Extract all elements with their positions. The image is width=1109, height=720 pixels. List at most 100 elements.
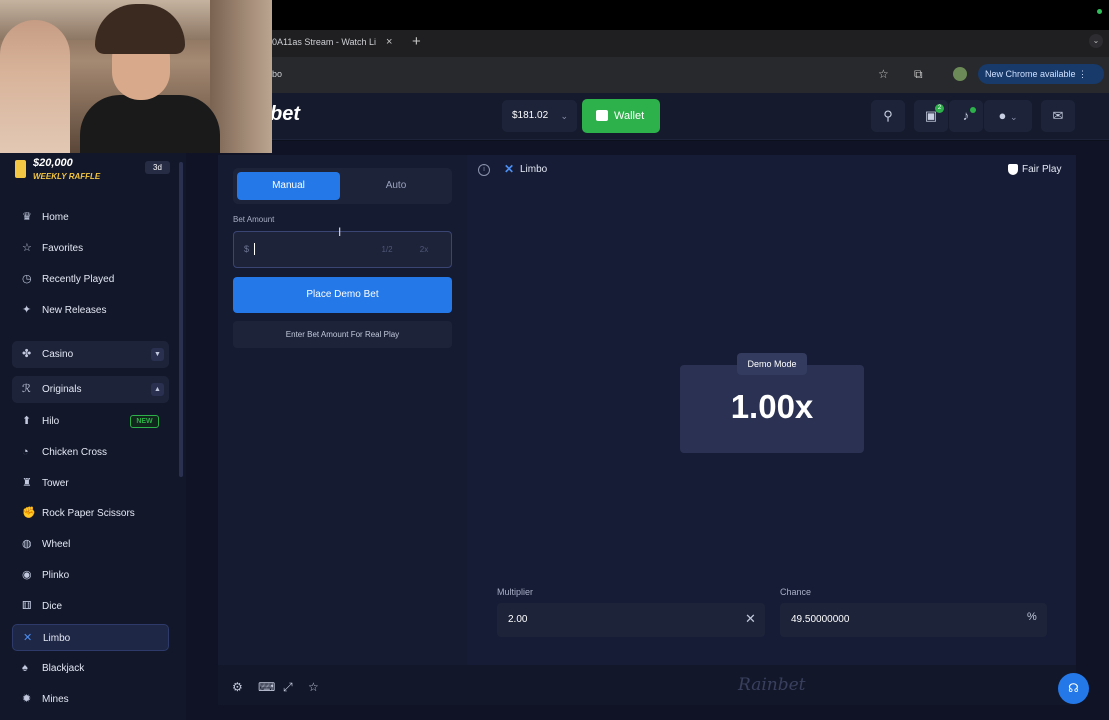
balance-selector[interactable]: $181.02 ⌄ bbox=[502, 100, 577, 132]
wallet-label: Wallet bbox=[614, 110, 645, 122]
tower-icon: ♜ bbox=[22, 477, 32, 489]
tab-auto[interactable]: Auto bbox=[344, 172, 448, 200]
close-tab-icon[interactable]: × bbox=[386, 36, 392, 48]
half-bet-button[interactable]: 1/2 bbox=[373, 240, 401, 259]
result-multiplier: 1.00x bbox=[730, 388, 814, 425]
originals-icon: ℛ bbox=[22, 383, 31, 395]
sidebar-item-label: Wheel bbox=[42, 539, 71, 550]
rainbet-watermark: Rainbet bbox=[738, 675, 806, 695]
hand-icon: ✊ bbox=[22, 507, 36, 519]
clock-icon: ◷ bbox=[22, 273, 32, 285]
profile-avatar-icon[interactable] bbox=[953, 67, 967, 81]
sidebar-group-originals[interactable]: ℛ Originals ▲ bbox=[12, 376, 169, 403]
chevron-down-icon[interactable]: ▼ bbox=[151, 348, 164, 361]
sidebar-item-hilo[interactable]: ⬆ Hilo NEW bbox=[12, 408, 169, 435]
sidebar-item-plinko[interactable]: ◉ Plinko bbox=[12, 562, 169, 589]
double-bet-button[interactable]: 2x bbox=[410, 240, 438, 259]
sidebar-item-limbo[interactable]: ✕ Limbo bbox=[12, 624, 169, 651]
chat-button[interactable]: ✉ bbox=[1041, 100, 1075, 132]
crown-icon: ♛ bbox=[22, 211, 32, 223]
limbo-icon: ✕ bbox=[504, 162, 515, 176]
new-badge: NEW bbox=[130, 415, 159, 428]
casino-chip-icon: ✤ bbox=[22, 348, 32, 360]
demo-mode-badge: Demo Mode bbox=[737, 353, 807, 375]
wallet-icon bbox=[596, 110, 608, 121]
real-play-hint-button[interactable]: Enter Bet Amount For Real Play bbox=[233, 321, 452, 348]
raffle-label[interactable]: WEEKLY RAFFLE bbox=[33, 172, 100, 181]
chat-icon: ✉ bbox=[1052, 108, 1064, 123]
sidebar-group-casino[interactable]: ✤ Casino ▼ bbox=[12, 341, 169, 368]
bet-amount-label: Bet Amount bbox=[233, 215, 275, 224]
limbo-icon: ✕ bbox=[23, 632, 33, 644]
sidebar-item-label: Rock Paper Scissors bbox=[42, 508, 135, 519]
settings-gear-icon[interactable]: ⚙ bbox=[232, 680, 243, 694]
address-text[interactable]: bo bbox=[272, 69, 282, 79]
fair-play-button[interactable]: Fair Play bbox=[1008, 164, 1061, 175]
recording-indicator bbox=[1097, 9, 1102, 14]
new-tab-icon[interactable]: + bbox=[412, 33, 421, 50]
ticket-icon bbox=[15, 160, 26, 178]
sidebar-item-tower[interactable]: ♜ Tower bbox=[12, 470, 169, 497]
headset-icon: ☊ bbox=[1068, 681, 1079, 695]
sidebar-item-new-releases[interactable]: ✦ New Releases bbox=[12, 297, 169, 324]
tab-manual[interactable]: Manual bbox=[237, 172, 340, 200]
raffle-countdown-badge: 3d bbox=[145, 161, 170, 174]
hilo-icon: ⬆ bbox=[22, 415, 32, 427]
game-footer-bar bbox=[218, 665, 1076, 705]
star-icon: ☆ bbox=[22, 242, 32, 254]
chance-label: Chance bbox=[780, 587, 812, 597]
bookmark-star-icon[interactable]: ☆ bbox=[878, 67, 889, 81]
sidebar-item-favorites[interactable]: ☆ Favorites bbox=[12, 235, 169, 262]
webcam-person-left bbox=[0, 20, 70, 153]
fullscreen-icon[interactable]: ⤢ bbox=[283, 680, 293, 695]
user-icon: ● bbox=[998, 108, 1007, 123]
clear-icon[interactable]: ✕ bbox=[745, 611, 756, 627]
support-headset-button[interactable]: ☊ bbox=[1058, 673, 1089, 704]
favorite-star-icon[interactable]: ☆ bbox=[308, 680, 319, 694]
mine-icon: ✹ bbox=[22, 693, 32, 705]
search-button[interactable]: ⚲ bbox=[871, 100, 905, 132]
sidebar-item-chicken-cross[interactable]: ◔ Chicken Cross bbox=[12, 439, 169, 466]
wallet-button[interactable]: Wallet bbox=[582, 99, 660, 133]
notifications-button[interactable]: ♪ bbox=[949, 100, 983, 132]
game-title: Limbo bbox=[520, 164, 548, 175]
sidebar-item-mines[interactable]: ✹ Mines bbox=[12, 686, 169, 713]
extensions-icon[interactable]: ⧉ bbox=[914, 67, 923, 82]
place-demo-bet-button[interactable]: Place Demo Bet bbox=[233, 277, 452, 313]
sparkle-icon: ✦ bbox=[22, 304, 32, 316]
sidebar-item-blackjack[interactable]: ♠ Blackjack bbox=[12, 655, 169, 682]
sidebar-item-home[interactable]: ♛ Home bbox=[12, 204, 169, 231]
sidebar-item-dice[interactable]: ⚅ Dice bbox=[12, 593, 169, 620]
chance-input[interactable]: 49.50000000 bbox=[780, 603, 1047, 637]
tab-search-icon[interactable]: ⌄ bbox=[1089, 34, 1103, 48]
webcam-tank-top bbox=[80, 95, 220, 153]
sidebar-item-label: Home bbox=[42, 212, 69, 223]
account-menu-button[interactable]: ● ⌄ bbox=[984, 100, 1032, 132]
multiplier-label: Multiplier bbox=[497, 587, 534, 597]
percent-symbol: % bbox=[1027, 611, 1037, 623]
sidebar-item-rock-paper-scissors[interactable]: ✊ Rock Paper Scissors bbox=[12, 500, 169, 527]
bell-icon: ♪ bbox=[962, 108, 970, 123]
balance-value: $181.02 bbox=[512, 110, 549, 121]
wheel-icon: ◍ bbox=[22, 538, 32, 550]
sidebar-item-recently-played[interactable]: ◷ Recently Played bbox=[12, 266, 169, 293]
chevron-up-icon[interactable]: ▲ bbox=[151, 383, 164, 396]
keyboard-icon[interactable]: ⌨ bbox=[258, 680, 275, 694]
site-logo[interactable]: bet bbox=[270, 103, 300, 126]
info-icon[interactable]: i bbox=[478, 164, 490, 176]
cards-icon: ♠ bbox=[22, 662, 28, 674]
raffle-amount[interactable]: $20,000 bbox=[33, 157, 73, 169]
sidebar-item-label: Originals bbox=[42, 384, 82, 395]
sidebar-item-label: Recently Played bbox=[42, 274, 115, 285]
chevron-down-icon: ⌄ bbox=[1009, 112, 1018, 122]
search-icon: ⚲ bbox=[883, 108, 893, 123]
sidebar-scrollbar[interactable] bbox=[179, 162, 183, 477]
sidebar-item-label: Favorites bbox=[42, 243, 84, 254]
multiplier-input[interactable]: 2.00 bbox=[497, 603, 765, 637]
sidebar-item-label: Blackjack bbox=[42, 663, 85, 674]
new-chrome-available-button[interactable]: New Chrome available ⋮ bbox=[978, 64, 1104, 84]
shield-icon bbox=[1008, 164, 1018, 175]
sidebar-item-wheel[interactable]: ◍ Wheel bbox=[12, 531, 169, 558]
rewards-count-badge: 2 bbox=[935, 104, 944, 113]
browser-tab-title[interactable]: 0A11as Stream - Watch Li bbox=[272, 37, 376, 47]
